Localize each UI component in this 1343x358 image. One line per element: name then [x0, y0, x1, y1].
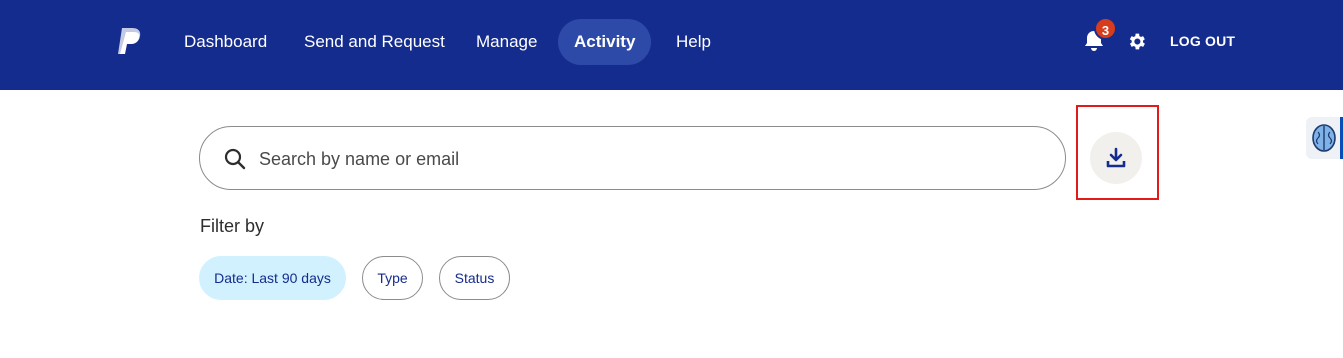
filter-chip-status[interactable]: Status — [439, 256, 510, 300]
search-bar — [199, 126, 1066, 190]
nav-activity[interactable]: Activity — [558, 19, 652, 65]
search-icon — [224, 148, 246, 170]
download-button[interactable] — [1090, 132, 1142, 184]
gear-icon[interactable] — [1126, 31, 1147, 52]
brain-icon — [1312, 124, 1336, 152]
nav-dashboard[interactable]: Dashboard — [168, 19, 283, 65]
nav-send-and-request[interactable]: Send and Request — [288, 19, 461, 65]
filter-by-heading: Filter by — [200, 216, 265, 236]
side-extension-widget[interactable] — [1306, 117, 1343, 159]
paypal-logo[interactable] — [116, 26, 144, 58]
logout-link[interactable]: LOG OUT — [1170, 33, 1235, 49]
filter-chip-type[interactable]: Type — [362, 256, 423, 300]
nav-manage[interactable]: Manage — [460, 19, 553, 65]
filter-chip-date[interactable]: Date: Last 90 days — [199, 256, 346, 300]
nav-help[interactable]: Help — [660, 19, 727, 65]
notification-badge: 3 — [1094, 17, 1117, 40]
download-icon — [1106, 147, 1126, 168]
search-input[interactable] — [259, 143, 1039, 175]
top-navigation-bar: Dashboard Send and Request Manage Activi… — [0, 0, 1343, 90]
